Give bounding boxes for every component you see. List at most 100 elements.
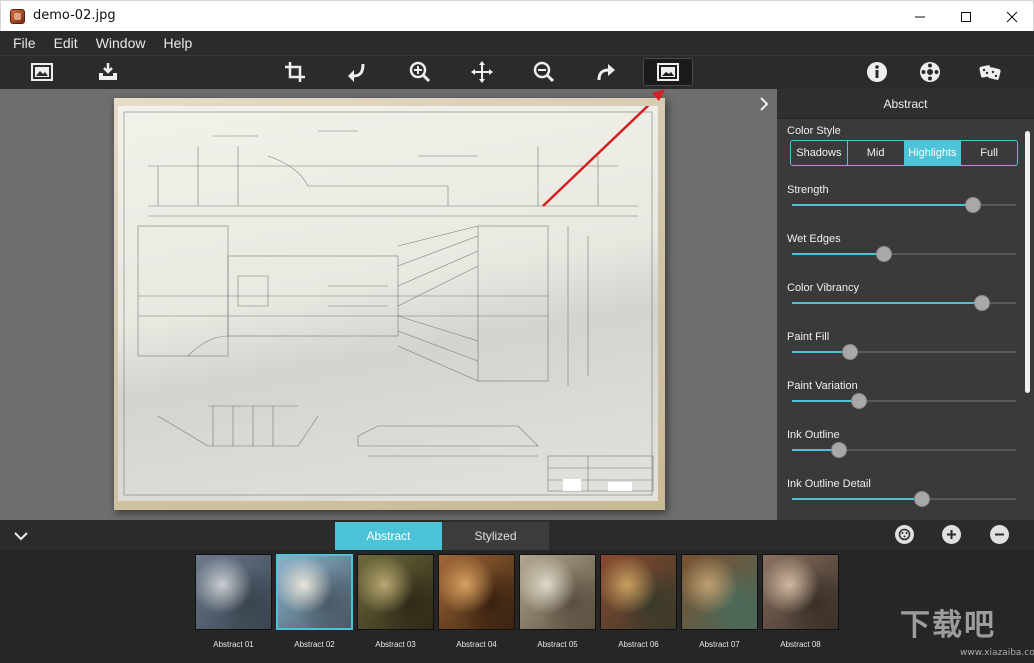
save-icon (99, 63, 117, 80)
open-image-button[interactable] (22, 58, 62, 86)
random-style-button[interactable] (970, 58, 1010, 86)
thumbnail-image (195, 554, 272, 630)
watermark-url: www.xiazaiba.com (960, 648, 1034, 658)
thumbnail-label: Abstract 07 (699, 640, 740, 649)
document-photo (114, 98, 665, 510)
thumbnail-label: Abstract 03 (375, 640, 416, 649)
annotation-arrowhead (652, 89, 665, 101)
tab-abstract[interactable]: Abstract (335, 522, 442, 550)
menu-window[interactable]: Window (87, 31, 155, 55)
remove-button[interactable] (990, 525, 1009, 544)
paint-fill-slider-handle[interactable] (842, 344, 859, 360)
maximize-button[interactable] (943, 1, 989, 32)
watermark-text: 下载吧 (900, 608, 996, 643)
remove-icon (995, 533, 1004, 536)
chevron-down-icon (14, 532, 28, 541)
canvas-area[interactable] (0, 89, 777, 520)
paint-variation-slider-handle[interactable] (851, 393, 868, 409)
thumbnail-image (519, 554, 596, 630)
info-icon (867, 62, 887, 82)
wet-edges-slider[interactable] (792, 246, 1016, 262)
undo-icon (348, 63, 365, 82)
add-button[interactable] (942, 525, 961, 544)
collapse-panel-button[interactable] (757, 95, 771, 113)
thumbnail-abstract-07[interactable] (681, 554, 758, 630)
minimize-button[interactable] (897, 1, 943, 32)
thumbnail-label: Abstract 01 (213, 640, 254, 649)
thumbnail-image (681, 554, 758, 630)
strength-slider-handle[interactable] (965, 197, 982, 213)
watermark: 下载吧 www.xiazaiba.com (900, 600, 1034, 660)
thumbnail-image (438, 554, 515, 630)
ink-outline-detail-slider-handle[interactable] (913, 491, 930, 507)
zoom-in-icon (409, 61, 431, 83)
menu-file[interactable]: File (4, 31, 45, 55)
thumbnail-label: Abstract 04 (456, 640, 497, 649)
paint-fill-slider[interactable] (792, 344, 1016, 360)
close-icon (1006, 11, 1018, 22)
blueprint-sketch (123, 100, 654, 496)
color-style-mid[interactable]: Mid (848, 141, 905, 165)
color-style-highlights[interactable]: Highlights (904, 141, 962, 165)
thumbnail-abstract-08[interactable] (762, 554, 839, 630)
menu-edit[interactable]: Edit (45, 31, 87, 55)
wet-edges-label: Wet Edges (787, 233, 841, 245)
paint-fill-label: Paint Fill (787, 331, 830, 343)
preset-button[interactable] (895, 525, 914, 544)
fit-screen-icon (657, 63, 679, 81)
crop-icon (285, 62, 305, 82)
strength-slider[interactable] (792, 197, 1016, 213)
preset-icon (898, 528, 911, 541)
title-bar: demo-02.jpg (0, 0, 1034, 31)
random-style-icon (979, 65, 1001, 80)
redo-button[interactable] (586, 58, 626, 86)
paint-variation-slider[interactable] (792, 393, 1016, 409)
thumbnail-image (357, 554, 434, 630)
toolbar (0, 55, 1034, 89)
collapse-thumbnails-button[interactable] (14, 528, 28, 546)
thumbnail-image (276, 554, 353, 630)
chevron-right-icon (760, 97, 769, 111)
move-button[interactable] (462, 58, 502, 86)
thumbnail-abstract-06[interactable] (600, 554, 677, 630)
save-button[interactable] (88, 58, 128, 86)
color-vibrancy-slider-handle[interactable] (974, 295, 991, 311)
crop-button[interactable] (275, 58, 315, 86)
thumbnail-label: Abstract 08 (780, 640, 821, 649)
color-style-shadows[interactable]: Shadows (791, 141, 848, 165)
thumbnail-abstract-03[interactable] (357, 554, 434, 630)
zoom-out-button[interactable] (524, 58, 564, 86)
style-tab-bar: Abstract Stylized (0, 520, 1034, 550)
zoom-in-button[interactable] (400, 58, 440, 86)
thumbnail-abstract-01[interactable] (195, 554, 272, 630)
ink-outline-detail-slider[interactable] (792, 491, 1016, 507)
ink-outline-slider[interactable] (792, 442, 1016, 458)
app-icon (10, 9, 25, 24)
blueprint-drawing (118, 100, 658, 501)
ink-outline-label: Ink Outline (787, 429, 840, 441)
info-button[interactable] (857, 58, 897, 86)
undo-button[interactable] (337, 58, 377, 86)
thumbnail-strip: Abstract 01 Abstract 02 Abstract 03 Abst… (0, 550, 1034, 663)
color-style-selector: Shadows Mid Highlights Full (790, 140, 1018, 166)
settings-button[interactable] (910, 58, 950, 86)
thumbnail-label: Abstract 06 (618, 640, 659, 649)
wet-edges-slider-handle[interactable] (875, 246, 892, 262)
paint-variation-label: Paint Variation (787, 380, 858, 392)
thumbnail-abstract-05[interactable] (519, 554, 596, 630)
window-title: demo-02.jpg (33, 8, 116, 23)
color-vibrancy-slider[interactable] (792, 295, 1016, 311)
thumbnail-abstract-02[interactable] (276, 554, 353, 630)
maximize-icon (961, 11, 971, 22)
tab-stylized[interactable]: Stylized (442, 522, 549, 550)
close-button[interactable] (989, 1, 1034, 32)
ink-outline-slider-handle[interactable] (831, 442, 848, 458)
zoom-out-icon (533, 61, 555, 83)
color-style-full[interactable]: Full (961, 141, 1017, 165)
style-settings-panel: Abstract Color Style Shadows Mid Highlig… (777, 89, 1034, 520)
thumbnail-abstract-04[interactable] (438, 554, 515, 630)
open-image-icon (31, 63, 53, 81)
menu-help[interactable]: Help (154, 31, 201, 55)
panel-scrollbar[interactable] (1025, 131, 1030, 393)
fit-screen-button[interactable] (643, 58, 693, 86)
